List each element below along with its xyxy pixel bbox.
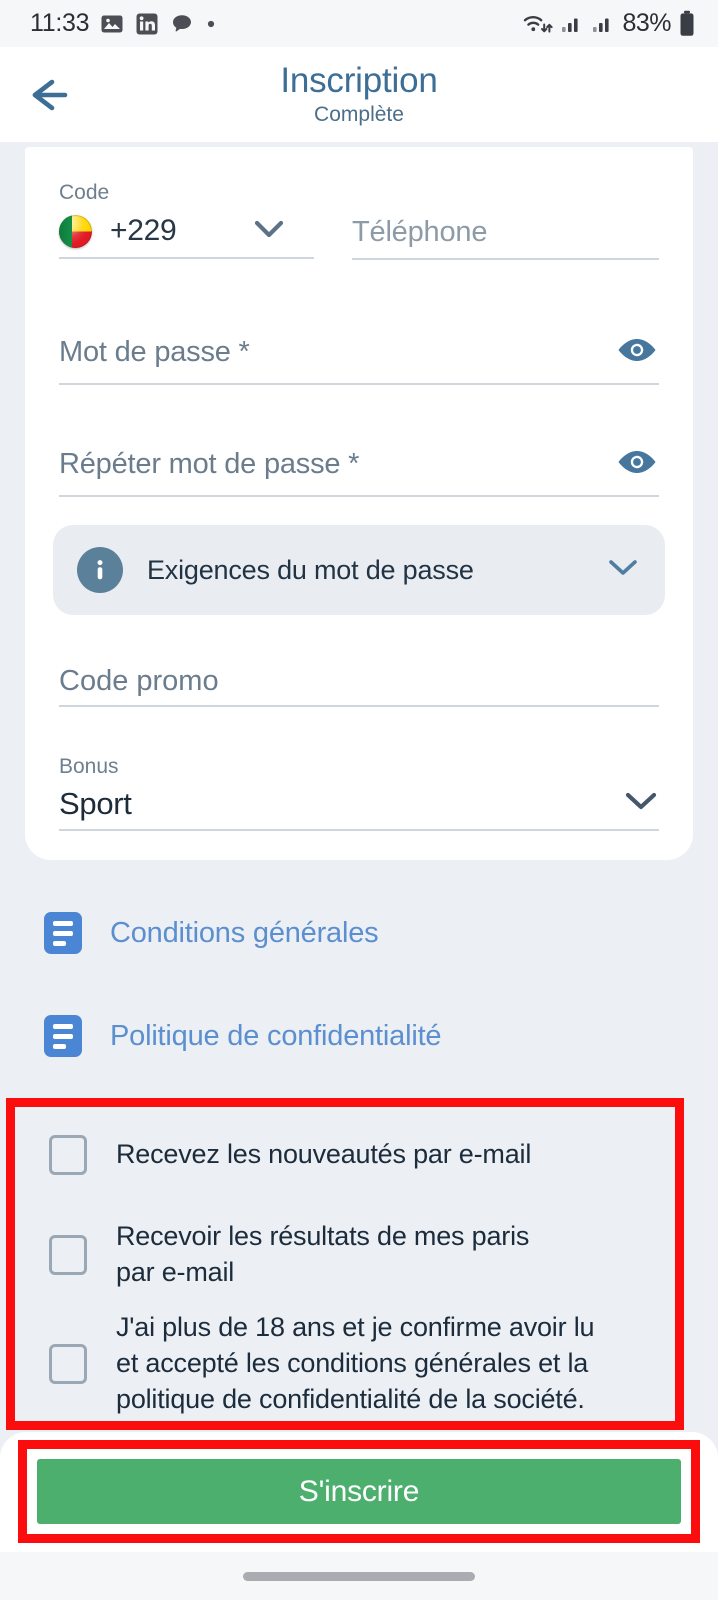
- app-header: Inscription Complète: [0, 47, 718, 142]
- page-title: Inscription: [280, 61, 438, 101]
- status-bar: 11:33 83%: [0, 0, 718, 47]
- document-icon: [44, 912, 82, 954]
- form-fields-container: Code +229 Téléphone Mot de passe * Répét…: [25, 147, 693, 860]
- submit-button-highlight: S'inscrire: [18, 1440, 700, 1543]
- consent-row-bet-results[interactable]: Recevoir les résultats de mes paris par …: [15, 1203, 675, 1307]
- checkbox-newsletter[interactable]: [49, 1135, 87, 1175]
- signal-1-icon: [562, 18, 579, 32]
- bonus-underline: [59, 829, 659, 831]
- password-requirements-label: Exigences du mot de passe: [147, 554, 474, 585]
- document-icon: [44, 1015, 82, 1057]
- battery-icon: [680, 10, 694, 36]
- phone-number-row: Code +229 Téléphone: [59, 181, 659, 260]
- password-field[interactable]: Mot de passe *: [59, 327, 659, 385]
- consent-label-newsletter: Recevez les nouveautés par e-mail: [116, 1139, 532, 1170]
- link-privacy-policy[interactable]: Politique de confidentialité: [44, 1015, 442, 1057]
- registration-form-card: Code +229 Téléphone Mot de passe * Répét…: [25, 147, 693, 860]
- phone-input[interactable]: Téléphone: [352, 206, 659, 258]
- linkedin-icon: [136, 13, 158, 34]
- checkbox-bet-results[interactable]: [49, 1235, 87, 1275]
- link-terms-and-conditions[interactable]: Conditions générales: [44, 912, 379, 954]
- eye-icon[interactable]: [615, 447, 659, 482]
- chevron-down-icon: [252, 218, 286, 245]
- image-icon: [101, 15, 123, 32]
- battery-percentage: 83%: [622, 9, 671, 37]
- consent-label-bet-results: Recevoir les résultats de mes paris par …: [116, 1221, 530, 1287]
- status-bar-right: 83%: [522, 9, 696, 38]
- password-requirements-accordion[interactable]: Exigences du mot de passe: [53, 525, 665, 615]
- password-repeat-field[interactable]: Répéter mot de passe *: [59, 439, 659, 497]
- header-title-block: Inscription Complète: [0, 47, 718, 142]
- country-code-select[interactable]: +229: [59, 205, 314, 257]
- consent-row-age-terms[interactable]: J'ai plus de 18 ans et je confirme avoir…: [15, 1307, 675, 1421]
- dot-icon: [208, 20, 215, 27]
- arrow-left-icon: [32, 79, 68, 110]
- chevron-down-icon: [623, 790, 659, 818]
- privacy-link-label: Politique de confidentialité: [110, 1019, 442, 1052]
- password-repeat-input-row[interactable]: Répéter mot de passe *: [59, 439, 659, 489]
- phone-underline: [352, 258, 659, 260]
- bonus-label: Bonus: [59, 755, 119, 778]
- status-bar-clock: 11:33: [30, 9, 90, 37]
- info-icon: [77, 547, 123, 593]
- consent-label-age-terms: J'ai plus de 18 ans et je confirme avoir…: [116, 1312, 595, 1414]
- benin-flag-icon: [59, 214, 92, 248]
- wifi-icon: [524, 16, 554, 33]
- bonus-field[interactable]: Bonus Sport: [59, 755, 659, 831]
- back-button[interactable]: [0, 47, 96, 142]
- eye-icon[interactable]: [615, 335, 659, 370]
- status-bar-left: 11:33: [30, 9, 217, 38]
- checkbox-age-terms[interactable]: [49, 1344, 87, 1384]
- bonus-select[interactable]: Sport: [59, 779, 659, 829]
- password-underline: [59, 383, 659, 385]
- promo-code-input[interactable]: Code promo: [59, 657, 659, 705]
- consent-row-newsletter[interactable]: Recevez les nouveautés par e-mail: [15, 1107, 675, 1203]
- country-code-label: Code: [59, 181, 110, 204]
- app-screen: 11:33 83% Inscription Complète Code +229…: [0, 0, 718, 1600]
- chevron-down-icon: [607, 557, 639, 583]
- password-input[interactable]: Mot de passe *: [59, 336, 250, 369]
- chat-bubble-icon: [173, 14, 192, 31]
- country-code-underline: [59, 257, 314, 259]
- signal-2-icon: [593, 18, 610, 32]
- country-code-field[interactable]: Code +229: [59, 181, 314, 260]
- gesture-bar[interactable]: [243, 1571, 475, 1581]
- page-subtitle: Complète: [314, 102, 404, 126]
- submit-button[interactable]: S'inscrire: [37, 1459, 681, 1524]
- promo-code-underline: [59, 705, 659, 707]
- password-repeat-input[interactable]: Répéter mot de passe *: [59, 448, 359, 481]
- password-repeat-underline: [59, 495, 659, 497]
- phone-field[interactable]: Téléphone: [352, 181, 659, 260]
- bonus-value: Sport: [59, 786, 132, 821]
- consent-checkbox-group: Recevez les nouveautés par e-mail Recevo…: [6, 1098, 684, 1430]
- terms-link-label: Conditions générales: [110, 916, 379, 949]
- country-code-value: +229: [110, 214, 177, 247]
- promo-code-field[interactable]: Code promo: [59, 657, 659, 707]
- password-input-row[interactable]: Mot de passe *: [59, 327, 659, 377]
- gesture-navigation-area: [0, 1552, 718, 1600]
